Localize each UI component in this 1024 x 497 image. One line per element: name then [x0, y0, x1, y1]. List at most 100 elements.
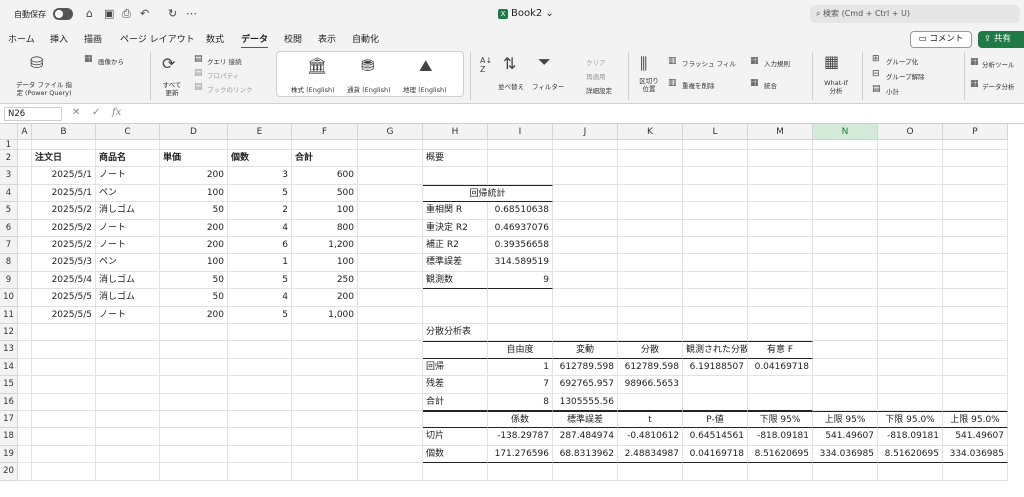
grid-cell[interactable]	[32, 463, 96, 481]
grid-cell[interactable]	[32, 341, 96, 359]
row-header-11[interactable]: 11	[0, 306, 18, 324]
grid-cell[interactable]	[18, 358, 32, 377]
column-header-m[interactable]: M	[748, 124, 813, 140]
grid-cell[interactable]	[813, 184, 878, 203]
grid-cell[interactable]	[813, 324, 878, 342]
text-to-columns-button[interactable]: 区切り 位置	[638, 77, 660, 93]
grid-cell[interactable]	[18, 411, 32, 429]
grid-cell[interactable]	[943, 324, 1008, 342]
grid-cell[interactable]	[683, 167, 748, 185]
properties-button[interactable]: プロパティ	[207, 70, 239, 80]
grid-cell[interactable]	[160, 463, 228, 481]
tab-insert[interactable]: 挿入	[50, 32, 68, 45]
grid-cell[interactable]	[160, 341, 228, 359]
grid-cell[interactable]	[358, 140, 423, 150]
grid-cell[interactable]	[96, 393, 160, 411]
grid-cell[interactable]	[32, 324, 96, 342]
column-header-a[interactable]: A	[18, 124, 32, 140]
grid-cell[interactable]	[292, 445, 358, 464]
row-header-1[interactable]: 1	[0, 140, 18, 150]
row-header-13[interactable]: 13	[0, 341, 18, 359]
grid-cell[interactable]	[32, 428, 96, 446]
grid-cell[interactable]	[553, 254, 618, 272]
grid-cell[interactable]	[748, 150, 813, 168]
grid-cell[interactable]	[878, 341, 943, 359]
grid-cell[interactable]	[32, 376, 96, 394]
row-header-3[interactable]: 3	[0, 167, 18, 185]
grid-cell[interactable]	[228, 411, 292, 429]
grid-cell[interactable]	[553, 184, 618, 203]
ungroup-button[interactable]: グループ解除	[886, 71, 925, 81]
grid-cell[interactable]	[553, 150, 618, 168]
tab-page-layout[interactable]: ページ レイアウト	[120, 32, 195, 45]
grid-cell[interactable]	[943, 289, 1008, 307]
column-header-l[interactable]: L	[683, 124, 748, 140]
share-button[interactable]: ⇪ 共有	[978, 31, 1024, 48]
advanced-filter-button[interactable]: 詳細設定	[586, 85, 612, 95]
remove-duplicates-button[interactable]: 重複を削除	[682, 80, 715, 90]
row-header-17[interactable]: 17	[0, 411, 18, 429]
grid-cell[interactable]	[358, 289, 423, 307]
grid-cell[interactable]	[943, 237, 1008, 255]
grid-cell[interactable]	[943, 167, 1008, 185]
grid-cell[interactable]	[878, 376, 943, 394]
tab-data[interactable]: データ	[241, 32, 269, 49]
grid-cell[interactable]	[292, 140, 358, 150]
grid-cell[interactable]	[358, 411, 423, 429]
grid-cell[interactable]	[553, 140, 618, 150]
grid-cell[interactable]	[943, 393, 1008, 411]
grid-cell[interactable]	[358, 393, 423, 411]
tab-draw[interactable]: 描画	[84, 32, 102, 45]
column-header-h[interactable]: H	[423, 124, 488, 140]
row-header-19[interactable]: 19	[0, 445, 18, 464]
grid-cell[interactable]	[813, 306, 878, 324]
row-header-7[interactable]: 7	[0, 237, 18, 255]
grid-cell[interactable]	[748, 202, 813, 220]
grid-cell[interactable]	[228, 341, 292, 359]
grid-cell[interactable]	[813, 376, 878, 394]
what-if-button[interactable]: What-If 分析	[820, 79, 852, 95]
grid-cell[interactable]	[488, 324, 553, 342]
grid-cell[interactable]	[878, 167, 943, 185]
grid-cell[interactable]	[813, 237, 878, 255]
save-icon[interactable]: ▣	[104, 7, 114, 20]
home-icon[interactable]: ⌂	[86, 7, 93, 20]
grid-cell[interactable]	[813, 219, 878, 237]
grid-cell[interactable]	[18, 289, 32, 307]
grid-cell[interactable]	[292, 411, 358, 429]
grid-cell[interactable]	[813, 463, 878, 481]
grid-cell[interactable]	[358, 202, 423, 220]
grid-cell[interactable]	[943, 376, 1008, 394]
grid-cell[interactable]	[943, 306, 1008, 324]
row-header-8[interactable]: 8	[0, 254, 18, 272]
tab-automate[interactable]: 自動化	[352, 32, 379, 45]
queries-button[interactable]: クエリ 接続	[207, 56, 242, 66]
grid-cell[interactable]	[18, 306, 32, 324]
grid-cell[interactable]	[96, 463, 160, 481]
grid-cell[interactable]	[683, 463, 748, 481]
grid-cell[interactable]	[358, 254, 423, 272]
grid-cell[interactable]	[748, 306, 813, 324]
grid-cell[interactable]	[292, 324, 358, 342]
grid-cell[interactable]	[748, 237, 813, 255]
grid-cell[interactable]	[553, 463, 618, 481]
column-header-i[interactable]: I	[488, 124, 553, 140]
grid-cell[interactable]	[18, 324, 32, 342]
grid-cell[interactable]	[488, 140, 553, 150]
row-header-15[interactable]: 15	[0, 376, 18, 394]
grid-cell[interactable]	[618, 271, 683, 290]
grid-cell[interactable]	[618, 202, 683, 220]
grid-cell[interactable]	[943, 202, 1008, 220]
grid-cell[interactable]	[488, 463, 553, 481]
reapply-button[interactable]: 再適用	[586, 71, 606, 81]
grid-cell[interactable]	[618, 219, 683, 237]
grid-cell[interactable]	[32, 358, 96, 377]
grid-cell[interactable]	[683, 140, 748, 150]
book-links-button[interactable]: ブックのリンク	[207, 84, 253, 94]
grid-cell[interactable]	[32, 445, 96, 464]
grid-cell[interactable]	[358, 219, 423, 237]
flash-fill-button[interactable]: フラッシュ フィル	[682, 58, 736, 68]
row-header-4[interactable]: 4	[0, 184, 18, 203]
row-header-16[interactable]: 16	[0, 393, 18, 411]
grid-cell[interactable]	[943, 140, 1008, 150]
